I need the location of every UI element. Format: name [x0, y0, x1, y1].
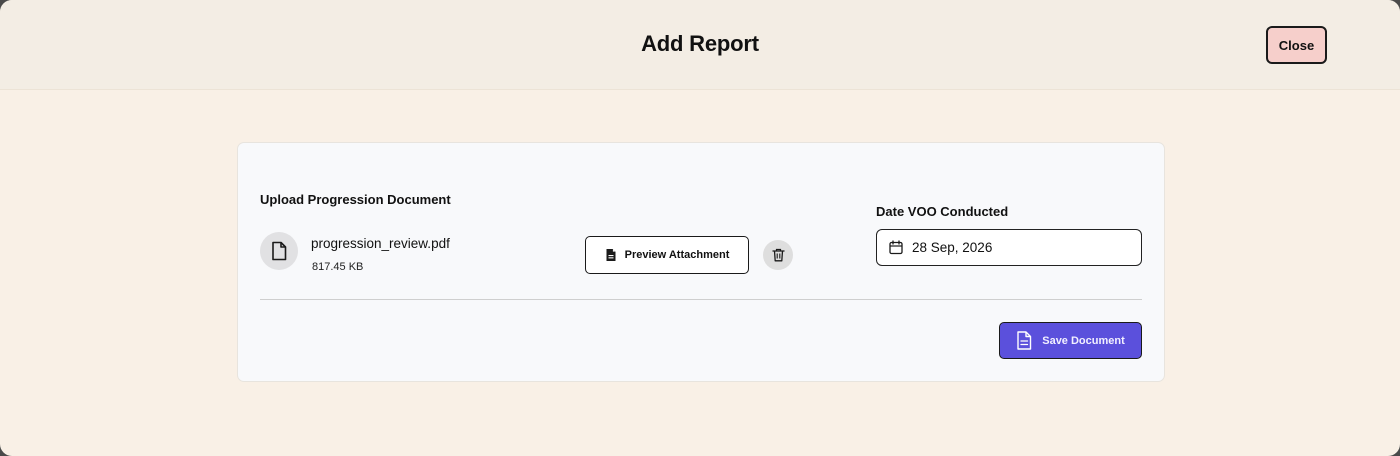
preview-attachment-label: Preview Attachment	[624, 249, 730, 261]
close-button[interactable]: Close	[1266, 26, 1327, 64]
file-icon	[260, 232, 298, 270]
date-input[interactable]: 28 Sep, 2026	[876, 229, 1142, 266]
file-size: 817.45 KB	[312, 261, 364, 273]
report-form-card: Upload Progression Document progression_…	[237, 142, 1165, 382]
date-value: 28 Sep, 2026	[912, 240, 993, 255]
date-field-label: Date VOO Conducted	[876, 204, 1009, 219]
modal-header: Add Report Close	[0, 0, 1400, 90]
divider	[260, 299, 1142, 300]
calendar-icon	[889, 240, 903, 255]
trash-icon	[771, 248, 785, 262]
preview-attachment-button[interactable]: Preview Attachment	[585, 236, 749, 274]
document-icon	[605, 248, 617, 262]
document-lines-icon	[1016, 331, 1032, 350]
delete-file-button[interactable]	[763, 240, 793, 270]
save-document-label: Save Document	[1042, 334, 1125, 347]
modal-window: Add Report Close Upload Progression Docu…	[0, 0, 1400, 456]
page-title: Add Report	[641, 31, 759, 56]
file-name: progression_review.pdf	[311, 236, 450, 251]
save-document-button[interactable]: Save Document	[999, 322, 1142, 359]
upload-section-label: Upload Progression Document	[260, 192, 451, 207]
